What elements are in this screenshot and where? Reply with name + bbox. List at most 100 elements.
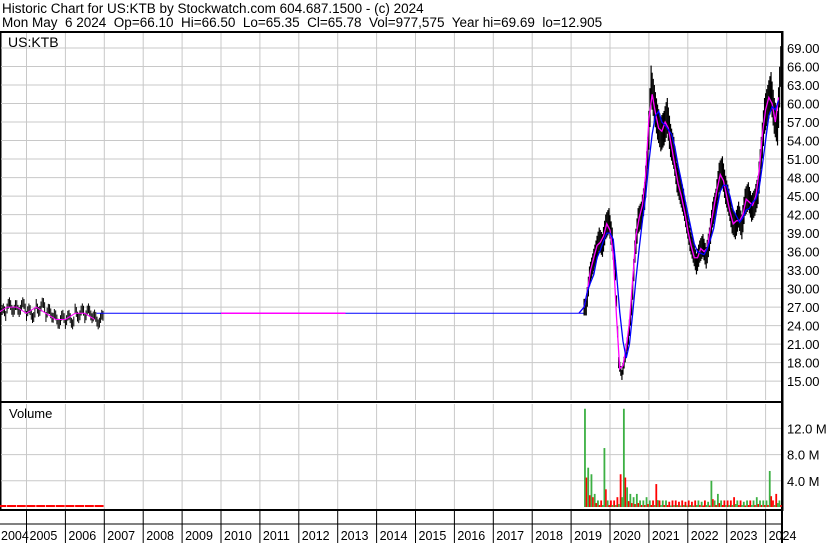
volume-bar (746, 500, 748, 507)
volume-bar (686, 505, 688, 507)
volume-bar (708, 505, 711, 507)
volume-bar (619, 474, 622, 507)
volume-bar (776, 503, 779, 507)
volume-bar (634, 504, 636, 507)
volume-bar (720, 500, 723, 507)
volume-bar (704, 500, 706, 507)
volume-bar (622, 408, 625, 507)
volume-bar (705, 505, 708, 507)
year-label: 2024 (769, 529, 797, 543)
volume-bar (695, 505, 698, 507)
volume-bar (653, 505, 656, 507)
price-tick-label: 45.00 (787, 189, 820, 204)
volume-bar (679, 505, 682, 507)
volume-bar (729, 500, 732, 507)
volume-bar (739, 500, 742, 507)
volume-bar (754, 505, 756, 507)
volume-bar (669, 505, 672, 507)
volume-bar (691, 501, 693, 507)
volume-label: Volume (9, 406, 52, 421)
volume-bar (723, 500, 726, 507)
volume-bar (584, 408, 586, 507)
year-label: 2009 (185, 529, 213, 543)
volume-bar (747, 505, 750, 507)
volume-bar (699, 505, 701, 507)
volume-bar (741, 505, 743, 507)
volume-bar (656, 500, 659, 507)
price-tick-label: 48.00 (787, 171, 820, 186)
year-label: 2007 (107, 529, 135, 543)
year-label: 2023 (730, 529, 758, 543)
symbol-label: US:KTB (8, 34, 59, 50)
volume-bar (592, 497, 594, 507)
year-label: 2004 (1, 529, 29, 543)
volume-bar (712, 499, 714, 507)
volume-bar (666, 505, 669, 507)
year-label: 2022 (691, 529, 719, 543)
year-label: 2010 (224, 529, 252, 543)
year-label: 2015 (419, 529, 447, 543)
volume-bar (694, 500, 697, 507)
volume-bar (733, 497, 735, 507)
volume-bar (678, 501, 680, 507)
volume-bar (759, 500, 761, 507)
volume-bar (629, 493, 632, 507)
volume-bar (635, 493, 638, 507)
volume-bar (676, 505, 679, 507)
volume-bar (738, 505, 740, 507)
price-tick-label: 39.00 (787, 226, 820, 241)
volume-bar (642, 500, 645, 507)
volume-bar (606, 500, 609, 507)
volume-bar (762, 500, 765, 507)
volume-bar (707, 501, 710, 507)
volume-bar (702, 505, 704, 507)
volume-bar (697, 500, 700, 507)
volume-bar (767, 505, 769, 507)
volume-bar (731, 505, 734, 507)
volume-bar (621, 497, 623, 507)
volume-bar (588, 495, 591, 507)
volume-bar (611, 505, 614, 507)
volume-bar (595, 503, 597, 507)
volume-bar (734, 504, 737, 507)
volume-bar (742, 501, 745, 507)
volume-bar (755, 497, 758, 507)
price-tick-label: 69.00 (787, 41, 820, 56)
volume-bar (728, 505, 730, 507)
volume-bar (608, 505, 610, 507)
year-label: 2011 (263, 529, 290, 543)
volume-bar (775, 493, 778, 507)
volume-bar (597, 500, 599, 507)
year-label: 2020 (613, 529, 641, 543)
volume-bar (668, 501, 671, 507)
volume-bar (681, 500, 684, 507)
volume-bar (736, 500, 739, 507)
volume-tick-label: 12.0 M (787, 421, 827, 436)
volume-bar (627, 501, 630, 507)
volume-bar (639, 500, 641, 507)
volume-bar (752, 500, 755, 507)
volume-bar (700, 501, 703, 507)
price-tick-label: 60.00 (787, 97, 820, 112)
price-tick-label: 51.00 (787, 152, 820, 167)
volume-bar (718, 503, 721, 507)
volume-bar (600, 500, 603, 507)
volume-bar (763, 505, 766, 507)
volume-bar (673, 505, 675, 507)
chart-window: Historic Chart for US:KTB by Stockwatch.… (0, 0, 830, 543)
volume-bar (713, 500, 716, 507)
price-tick-label: 66.00 (787, 60, 820, 75)
year-label: 2013 (341, 529, 369, 543)
volume-bar (692, 505, 695, 507)
volume-bar (780, 505, 782, 507)
volume-bar (624, 477, 627, 507)
volume-bar (650, 505, 653, 507)
price-tick-label: 36.00 (787, 245, 820, 260)
volume-bar (684, 501, 687, 507)
price-panel (0, 31, 784, 403)
volume-bar (750, 505, 753, 507)
volume-bar (716, 493, 719, 507)
volume-bar (760, 505, 763, 507)
volume-bar (757, 504, 760, 507)
volume-bar (645, 497, 648, 507)
